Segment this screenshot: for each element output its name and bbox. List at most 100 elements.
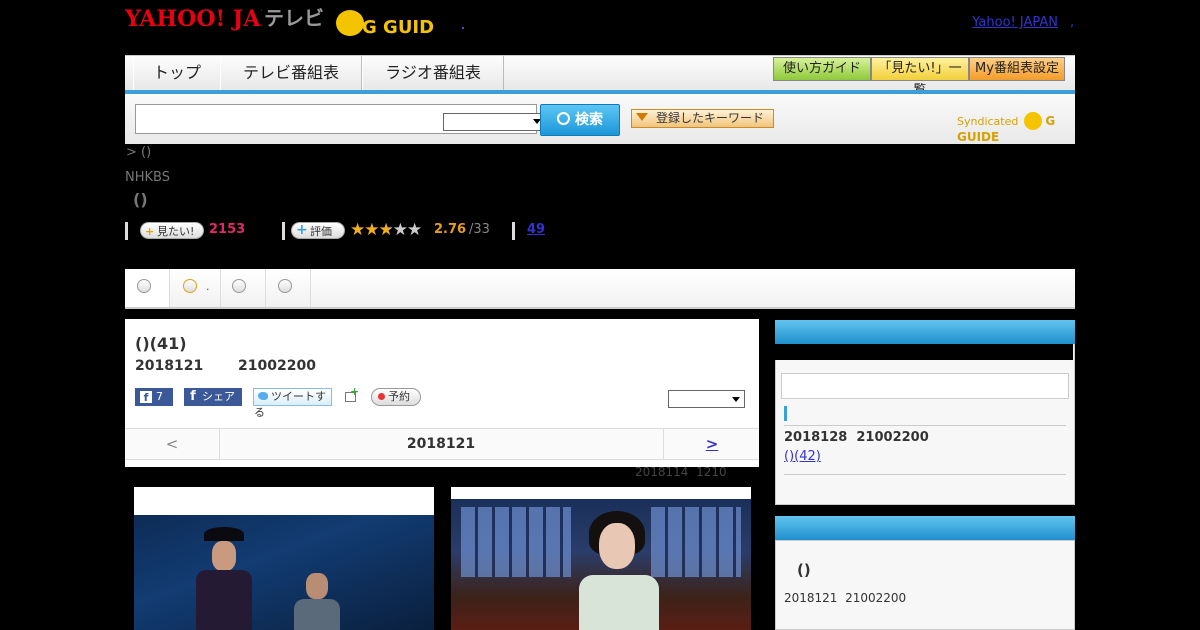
mitai-button[interactable]: + 見たい! <box>140 222 204 239</box>
gguide-logo[interactable]: G GUIDE <box>334 5 434 41</box>
content-tabs: . <box>125 269 1075 309</box>
photo1-body2-shape <box>294 599 340 630</box>
play-icon <box>278 279 292 293</box>
facebook-icon: f <box>190 389 196 404</box>
review-count-link[interactable]: 49 <box>527 222 545 237</box>
syndicated-gguide-logo: Syndicated G GUIDE <box>957 112 1075 144</box>
mitai-count: 2153 <box>209 222 246 237</box>
chevron-down-icon <box>137 279 151 293</box>
registered-keyword-label: 登録したキーワード <box>656 111 765 125</box>
plus-icon: + <box>350 385 360 398</box>
episode-time: 21002200 <box>238 358 316 374</box>
nav-tab-tv-schedule[interactable]: テレビ番組表 <box>220 56 362 90</box>
rate-button[interactable]: + 評価 <box>291 222 345 239</box>
sidebar-program-panel <box>775 540 1075 630</box>
next-broadcast-time: 21002200 <box>856 430 929 445</box>
tweet-button[interactable]: ツイートする <box>253 388 332 419</box>
rating-divider <box>125 222 128 240</box>
gguide-logo-mark <box>336 10 364 36</box>
main-nav: トップ テレビ番組表 ラジオ番組表 使い方ガイド 「見たい!」一覧 My番組表設… <box>125 55 1075 98</box>
registered-keyword-button[interactable]: 登録したキーワード <box>631 109 774 128</box>
mitai-label: 見たい! <box>157 225 195 238</box>
sidebar-section-marker <box>784 406 787 421</box>
syndicated-g-icon <box>1023 112 1042 130</box>
header-comma: , <box>1070 15 1075 30</box>
star-empty-icon: ★ <box>392 220 408 240</box>
mitai-list-button[interactable]: 「見たい!」一覧 <box>871 57 969 98</box>
next-broadcast-datetime: 2018128 21002200 <box>784 430 929 445</box>
sidebar-input[interactable] <box>781 373 1069 399</box>
star-icon: ★ <box>364 220 379 240</box>
divider <box>784 425 1066 426</box>
plus-icon: + <box>296 222 308 238</box>
twitter-bird-icon <box>258 392 268 400</box>
facebook-share-button[interactable]: f シェア <box>184 388 242 406</box>
rating-score: 2.76 <box>434 222 467 237</box>
sidebar-program-time: 21002200 <box>845 591 907 605</box>
facebook-like-button[interactable]: f7 <box>135 388 173 406</box>
episode-select[interactable] <box>668 390 745 408</box>
photo2-window2-shape <box>651 507 741 577</box>
breadcrumb: > () <box>126 145 152 160</box>
sidebar-program-date: 2018121 <box>784 591 838 605</box>
yahoo-japan-logo[interactable]: YAHOO! JAPAN <box>125 6 262 40</box>
photo2-face-shape <box>599 523 635 569</box>
tv-label: テレビ <box>264 6 324 30</box>
nav-tab-radio-schedule[interactable]: ラジオ番組表 <box>362 56 504 90</box>
yahoo-japan-link[interactable]: Yahoo! JAPAN <box>972 15 1058 30</box>
sidebar-program-datetime: 2018121 21002200 <box>784 591 906 605</box>
reserve-label: 予約 <box>388 390 410 403</box>
facebook-share-label: シェア <box>202 390 235 403</box>
facebook-like-count: 7 <box>156 390 163 403</box>
usage-guide-button[interactable]: 使い方ガイド <box>773 57 871 81</box>
star-icon: ★ <box>350 220 365 240</box>
photo1-face2-shape <box>306 573 328 599</box>
star-empty-icon: ★ <box>407 220 422 240</box>
divider <box>784 474 1066 475</box>
tab-fourth[interactable] <box>266 269 311 307</box>
program-photo-2-image <box>451 499 751 630</box>
search-button[interactable]: 検索 <box>540 104 620 136</box>
next-episode-title-link[interactable]: ()(42) <box>784 449 821 464</box>
program-photo-1-image <box>134 515 434 630</box>
search-icon <box>557 112 570 125</box>
plus-icon: + <box>145 225 155 238</box>
sidebar-next-subheader <box>775 344 1073 360</box>
sidebar-next-header <box>775 320 1075 344</box>
photo1-face-shape <box>212 541 236 571</box>
rating-divider <box>512 222 515 240</box>
program-photo-2[interactable] <box>451 487 751 630</box>
photo2-body-shape <box>579 575 659 630</box>
channel-name: NHKBS <box>125 170 170 185</box>
sidebar-program-title: () <box>797 561 811 579</box>
last-updated: 2018114 1210 <box>635 465 727 479</box>
search-bar: 検索 登録したキーワード Syndicated G GUIDE <box>125 94 1075 144</box>
tab-third[interactable] <box>221 269 266 307</box>
play-icon <box>183 279 197 293</box>
arrow-down-icon <box>636 113 648 121</box>
updated-time: 1210 <box>696 465 727 479</box>
nav-tab-top[interactable]: トップ <box>133 56 221 90</box>
updated-date: 2018114 <box>635 465 689 479</box>
reserve-button[interactable]: 予約 <box>371 388 421 406</box>
program-photo-1[interactable] <box>134 487 434 630</box>
episode-title: ()(41) <box>135 334 187 353</box>
search-button-label: 検索 <box>575 112 603 128</box>
gguide-logo-text: G GUIDE <box>362 17 434 38</box>
tab-second[interactable]: . <box>170 269 221 307</box>
photo1-body-shape <box>196 570 252 630</box>
prev-episode-button[interactable]: < <box>125 429 220 459</box>
tab-program-info[interactable] <box>125 269 170 307</box>
add-to-calendar-icon[interactable]: + <box>344 385 359 403</box>
next-broadcast-date: 2018128 <box>784 430 848 445</box>
search-input[interactable] <box>135 104 545 134</box>
search-genre-select[interactable] <box>443 113 545 131</box>
tab-second-label: . <box>206 280 210 293</box>
rating-divider <box>282 222 285 240</box>
photo1-hat-shape <box>204 527 244 541</box>
record-dot-icon <box>378 393 385 400</box>
sidebar-program-header <box>775 516 1075 540</box>
my-schedule-settings-button[interactable]: My番組表設定 <box>969 57 1065 81</box>
syndicated-label: Syndicated <box>957 115 1019 128</box>
next-episode-link[interactable]: > <box>663 429 760 459</box>
